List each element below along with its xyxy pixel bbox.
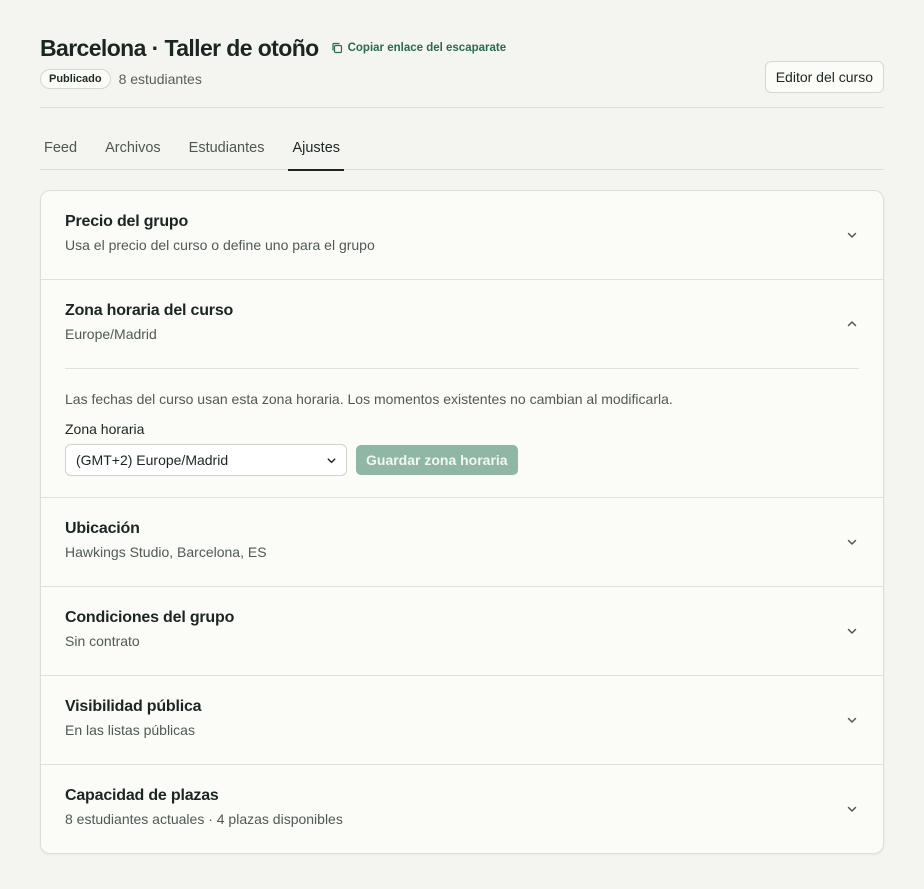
save-timezone-button[interactable]: Guardar zona horaria: [356, 445, 518, 475]
section-subtitle: Sin contrato: [65, 633, 140, 649]
page-header: Barcelona · Taller de otoño Copiar enlac…: [40, 32, 884, 108]
section-subtitle: Europe/Madrid: [65, 326, 157, 342]
section-title: Capacidad de plazas: [65, 787, 219, 804]
copy-icon: [331, 42, 342, 54]
section-title: Zona horaria del curso: [65, 302, 234, 319]
timezone-field-row: (GMT+2) Europe/Madrid Guardar zona horar…: [65, 444, 859, 476]
copy-link-label: Copiar enlace del escaparate: [347, 42, 507, 54]
timezone-help-text: Las fechas del curso usan esta zona hora…: [65, 391, 673, 407]
settings-section-group-price: Precio del grupo Usa el precio del curso…: [41, 191, 883, 280]
meta-row: Publicado 8 estudiantes: [40, 69, 884, 89]
page: Barcelona · Taller de otoño Copiar enlac…: [0, 0, 924, 889]
course-editor-button[interactable]: Editor del curso: [764, 61, 884, 93]
settings-card: Precio del grupo Usa el precio del curso…: [40, 190, 884, 854]
student-count: 8 estudiantes: [118, 71, 202, 87]
settings-section-location: Ubicación Hawkings Studio, Barcelona, ES: [41, 498, 883, 587]
copy-storefront-link[interactable]: Copiar enlace del escaparate: [331, 42, 507, 54]
tab-ajustes[interactable]: Ajustes: [288, 108, 344, 171]
tab-estudiantes[interactable]: Estudiantes: [185, 108, 269, 170]
chevron-down-icon: [327, 458, 336, 464]
timezone-field-label: Zona horaria: [65, 421, 145, 437]
settings-section-timezone: Zona horaria del curso Europe/Madrid Las…: [41, 280, 883, 498]
tab-archivos[interactable]: Archivos: [101, 108, 165, 170]
settings-section-public-visibility: Visibilidad pública En las listas públic…: [41, 676, 883, 765]
section-title: Condiciones del grupo: [65, 609, 235, 626]
timezone-select[interactable]: (GMT+2) Europe/Madrid: [65, 444, 347, 476]
tab-feed[interactable]: Feed: [40, 108, 81, 170]
divider: [65, 368, 859, 369]
section-header-location[interactable]: Ubicación Hawkings Studio, Barcelona, ES: [41, 498, 883, 586]
section-title: Ubicación: [65, 520, 140, 537]
chevron-down-icon: [847, 717, 857, 723]
title-row: Barcelona · Taller de otoño Copiar enlac…: [40, 32, 884, 64]
section-header-group-price[interactable]: Precio del grupo Usa el precio del curso…: [41, 191, 883, 279]
chevron-down-icon: [847, 232, 857, 238]
section-header-timezone[interactable]: Zona horaria del curso Europe/Madrid: [41, 280, 883, 368]
section-title: Visibilidad pública: [65, 698, 202, 715]
page-title: Barcelona · Taller de otoño: [40, 34, 319, 61]
section-title: Precio del grupo: [65, 213, 189, 230]
section-subtitle: 8 estudiantes actuales · 4 plazas dispon…: [65, 811, 343, 827]
section-subtitle: Hawkings Studio, Barcelona, ES: [65, 544, 267, 560]
chevron-down-icon: [847, 628, 857, 634]
settings-section-seat-capacity: Capacidad de plazas 8 estudiantes actual…: [41, 765, 883, 853]
settings-section-group-conditions: Condiciones del grupo Sin contrato: [41, 587, 883, 676]
status-badge: Publicado: [40, 69, 111, 89]
section-header-public-visibility[interactable]: Visibilidad pública En las listas públic…: [41, 676, 883, 764]
chevron-up-icon: [847, 321, 857, 327]
section-header-seat-capacity[interactable]: Capacidad de plazas 8 estudiantes actual…: [41, 765, 883, 853]
chevron-down-icon: [847, 539, 857, 545]
section-header-group-conditions[interactable]: Condiciones del grupo Sin contrato: [41, 587, 883, 675]
timezone-select-value: (GMT+2) Europe/Madrid: [76, 452, 229, 468]
chevron-down-icon: [847, 806, 857, 812]
section-subtitle: En las listas públicas: [65, 722, 195, 738]
section-subtitle: Usa el precio del curso o define uno par…: [65, 237, 375, 253]
timezone-section-body: Las fechas del curso usan esta zona hora…: [41, 368, 883, 497]
tab-bar: Feed Archivos Estudiantes Ajustes: [40, 108, 884, 171]
